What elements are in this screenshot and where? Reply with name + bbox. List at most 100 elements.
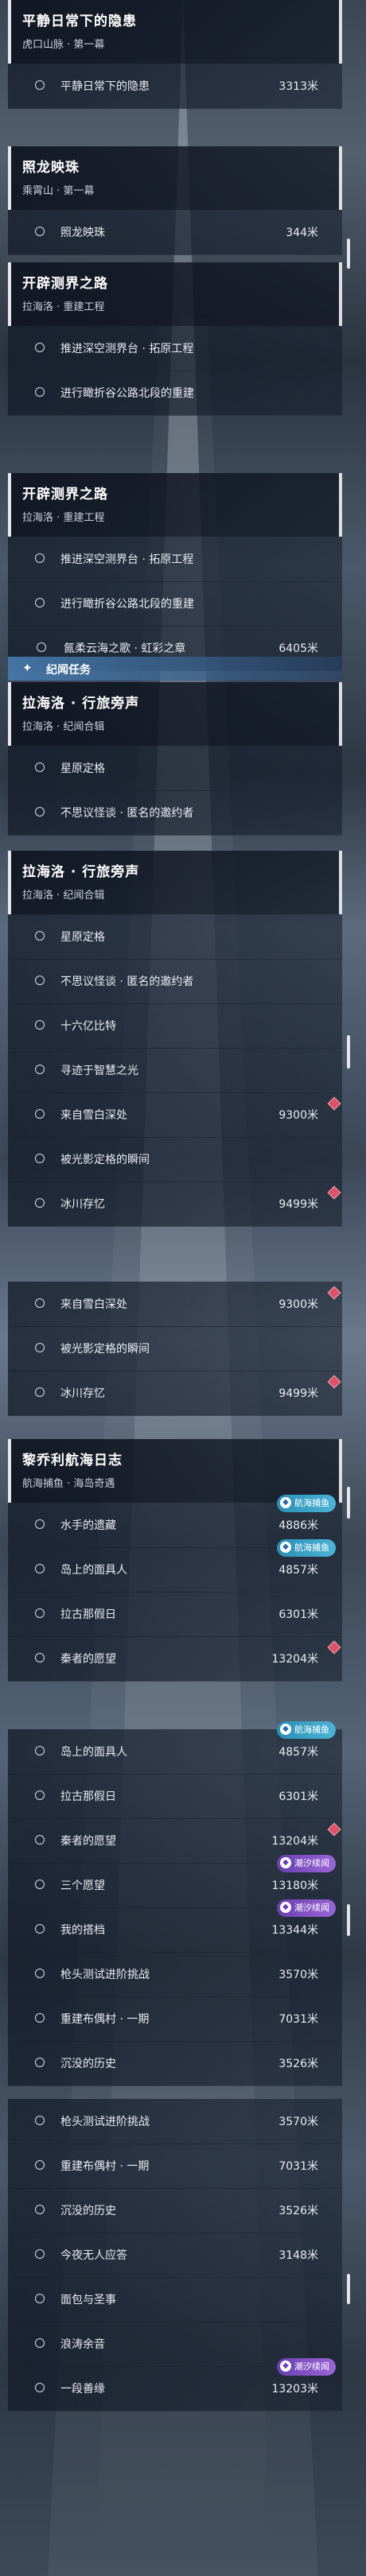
quest-bullet-icon xyxy=(35,1065,45,1074)
quest-step-row[interactable]: 被光影定格的瞬间 xyxy=(8,1326,342,1371)
quest-distance: 3570米 xyxy=(278,2116,318,2128)
quest-step-row[interactable]: 照龙映珠 344米 xyxy=(8,210,342,255)
quest-bullet-icon xyxy=(35,80,45,90)
quest-bullet-icon xyxy=(35,1924,45,1934)
quest-distance: 7031米 xyxy=(278,2013,318,2026)
section-header-side-quests[interactable]: ✦ 纪闻任务 xyxy=(8,657,342,681)
quest-step-row[interactable]: 不思议怪谈 · 匿名的邀约者 xyxy=(8,959,342,1004)
quest-distance: 13203米 xyxy=(271,2383,318,2396)
quest-group-header[interactable]: 拉海洛 · 行旅旁声拉海洛 · 纪闻合辑 xyxy=(8,851,342,914)
quest-step-label: 冰川存忆 xyxy=(60,1387,105,1400)
quest-step-row[interactable]: 重建布偶村 · 一期 7031米 xyxy=(8,1996,342,2042)
quest-bullet-icon xyxy=(35,2205,45,2214)
quest-step-row[interactable]: 星原定格 xyxy=(8,746,342,791)
event-tag-badge: ◆ 航海捕鱼 xyxy=(277,1539,336,1557)
quest-distance: 4857米 xyxy=(278,1564,318,1577)
quest-distance: 9300米 xyxy=(278,1298,318,1311)
event-tag-icon: ◆ xyxy=(280,1857,291,1868)
quest-step-row[interactable]: 推进深空测界台 · 拓原工程 xyxy=(8,326,342,371)
quest-distance: 3526米 xyxy=(278,2058,318,2070)
quest-step-row[interactable]: 我的搭档 13344米 ◆ 潮汐续闻 xyxy=(8,1899,342,1953)
scrollbar-thumb[interactable] xyxy=(347,239,350,269)
quest-step-row[interactable]: 重建布偶村 · 一期 7031米 xyxy=(8,2143,342,2189)
quest-step-row[interactable]: 平静日常下的隐患 3313米 xyxy=(8,64,342,109)
quest-step-label: 星原定格 xyxy=(60,762,105,775)
quest-step-row[interactable]: 今夜无人应答 3148米 xyxy=(8,2233,342,2278)
event-tag-badge: ◆ 潮汐续闻 xyxy=(277,2358,336,2376)
quest-step-label: 枪头测试进阶挑战 xyxy=(60,2116,150,2128)
quest-step-row[interactable]: 岛上的面具人 4857米 ◆ 航海捕鱼 xyxy=(8,1539,342,1593)
star-icon: ✦ xyxy=(22,661,33,675)
quest-bullet-icon xyxy=(35,1653,45,1662)
quest-group-subtitle: 拉海洛 · 纪闻合辑 xyxy=(22,890,105,902)
scrollbar-thumb[interactable] xyxy=(347,2274,350,2304)
quest-step-label: 拉古那假日 xyxy=(60,1790,116,1803)
quest-step-row[interactable]: 枪头测试进阶挑战 3570米 xyxy=(8,1952,342,1997)
scrollbar-thumb[interactable] xyxy=(347,1904,350,1936)
quest-distance: 3148米 xyxy=(278,2249,318,2262)
quest-step-label: 进行瞰折谷公路北段的重建 xyxy=(60,598,194,611)
quest-bullet-icon xyxy=(35,1387,45,1397)
quest-step-row[interactable]: 星原定格 xyxy=(8,914,342,960)
quest-group-header[interactable]: 平静日常下的隐患 虎口山脉 · 第一幕 xyxy=(8,0,342,64)
quest-step-label: 氤柔云海之歌 · 虹彩之章 xyxy=(64,642,186,655)
tracked-marker-icon xyxy=(327,1640,341,1655)
tracked-marker-icon xyxy=(327,1286,341,1300)
quest-step-row[interactable]: 枪头测试进阶挑战 3570米 xyxy=(8,2099,342,2144)
quest-step-row[interactable]: 来自雪白深处 9300米 xyxy=(8,1282,342,1327)
quest-step-row[interactable]: 拉古那假日 6301米 xyxy=(8,1774,342,1819)
quest-step-label: 被光影定格的瞬间 xyxy=(60,1154,150,1166)
quest-bullet-icon xyxy=(35,2338,45,2348)
section-label: 纪闻任务 xyxy=(46,664,91,677)
quest-step-row[interactable]: 一段善缘 13203米 ◆ 潮汐续闻 xyxy=(8,2358,342,2411)
quest-step-row[interactable]: 秦者的愿望 13204米 xyxy=(8,1636,342,1682)
quest-bullet-icon xyxy=(35,1020,45,1030)
quest-group-header[interactable]: 黎乔利航海日志 航海捕鱼 · 海岛奇遇 xyxy=(8,1439,342,1503)
quest-step-row[interactable]: 被光影定格的瞬间 xyxy=(8,1137,342,1182)
quest-step-row[interactable]: 冰川存忆 9499米 xyxy=(8,1371,342,1416)
quest-step-label: 被光影定格的瞬间 xyxy=(60,1343,150,1356)
quest-step-row[interactable]: 沉没的历史 3526米 xyxy=(8,2041,342,2086)
quest-distance: 344米 xyxy=(286,227,318,239)
quest-bullet-icon xyxy=(35,807,45,817)
quest-step-row[interactable]: 不思议怪谈 · 匿名的邀约者 xyxy=(8,790,342,836)
quest-step-label: 水手的遗藏 xyxy=(60,1519,116,1532)
quest-step-row[interactable]: 冰川存忆 9499米 xyxy=(8,1181,342,1227)
quest-step-row[interactable]: 推进深空测界台 · 拓原工程 xyxy=(8,537,342,582)
quest-group-title: 拉海洛 · 行旅旁声 xyxy=(22,864,140,880)
quest-step-row[interactable]: 面包与圣事 xyxy=(8,2277,342,2322)
event-tag-icon: ◆ xyxy=(280,1902,291,1913)
quest-group-header[interactable]: 拉海洛 · 行旅旁声 拉海洛 · 纪闻合辑 xyxy=(8,682,342,746)
quest-step-row[interactable]: 拉古那假日 6301米 xyxy=(8,1592,342,1637)
event-tag-icon: ◆ xyxy=(280,1542,291,1553)
scrollbar-thumb[interactable] xyxy=(347,1035,350,1069)
quest-step-label: 秦者的愿望 xyxy=(60,1653,116,1666)
quest-step-row[interactable]: 来自雪白深处 9300米 xyxy=(8,1092,342,1138)
quest-bullet-icon xyxy=(35,2294,45,2303)
scrollbar-thumb[interactable] xyxy=(347,1487,350,1519)
quest-group-header[interactable]: 开辟测界之路 拉海洛 · 重建工程 xyxy=(8,262,342,326)
quest-step-label: 秦者的愿望 xyxy=(60,1835,116,1848)
tracked-marker-icon xyxy=(327,1375,341,1389)
tracked-marker-icon xyxy=(327,1185,341,1200)
quest-distance: 13204米 xyxy=(271,1835,318,1848)
quest-step-row[interactable]: 沉没的历史 3526米 xyxy=(8,2188,342,2233)
event-tag-icon: ◆ xyxy=(280,2361,291,2372)
event-tag-label: 潮汐续闻 xyxy=(294,1903,329,1913)
quest-step-row[interactable]: 十六亿比特 xyxy=(8,1003,342,1049)
quest-step-label: 冰川存忆 xyxy=(60,1198,105,1211)
quest-step-label: 我的搭档 xyxy=(60,1924,105,1937)
quest-bullet-icon xyxy=(35,227,45,236)
quest-group-header[interactable]: 开辟测界之路 拉海洛 · 重建工程 xyxy=(8,473,342,537)
quest-group-subtitle: 虎口山脉 · 第一幕 xyxy=(22,39,105,51)
quest-step-label: 浪涛余音 xyxy=(60,2338,105,2351)
quest-group-header[interactable]: 照龙映珠 乘霄山 · 第一幕 xyxy=(8,146,342,210)
quest-step-row[interactable]: 岛上的面具人 4857米 ◆ 航海捕鱼 xyxy=(8,1721,342,1775)
quest-step-row[interactable]: 进行瞰折谷公路北段的重建 xyxy=(8,581,342,627)
quest-step-row[interactable]: 寻迹于智慧之光 xyxy=(8,1048,342,1093)
quest-bullet-icon xyxy=(35,1154,45,1163)
quest-step-row[interactable]: 进行瞰折谷公路北段的重建 xyxy=(8,370,342,416)
quest-step-label: 推进深空测界台 · 拓原工程 xyxy=(60,553,194,566)
quest-step-label: 星原定格 xyxy=(60,931,105,944)
quest-distance: 6301米 xyxy=(278,1790,318,1803)
